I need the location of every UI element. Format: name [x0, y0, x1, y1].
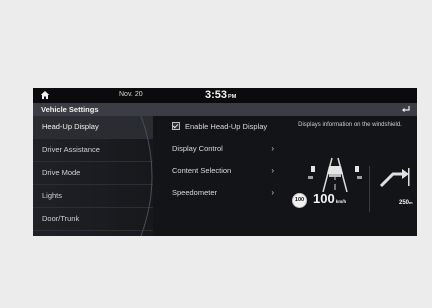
info-description: Displays information on the windshield. — [298, 122, 402, 128]
chevron-right-icon: › — [271, 188, 274, 197]
menu-item-label: Drive Mode — [42, 168, 81, 177]
page-header: Vehicle Settings — [33, 103, 417, 116]
enable-hud-checkbox[interactable] — [172, 122, 180, 131]
option-label: Display Control — [172, 144, 223, 153]
current-speed: 100km/h — [313, 191, 346, 206]
page-title: Vehicle Settings — [41, 105, 99, 114]
speed-value: 100 — [313, 191, 335, 206]
enable-hud-toggle[interactable]: Enable Head-Up Display — [168, 116, 280, 138]
turn-distance: 250m — [399, 200, 413, 206]
back-arrow-icon[interactable] — [401, 105, 411, 114]
status-time-ampm: PM — [228, 94, 237, 100]
distance-unit: m — [409, 200, 413, 205]
menu-divider-arc — [140, 116, 153, 236]
distance-value: 250 — [399, 200, 410, 206]
hud-separator — [369, 166, 370, 212]
option-speedometer[interactable]: Speedometer › — [168, 182, 280, 204]
info-panel: Displays information on the windshield. … — [285, 116, 417, 236]
status-time: 3:53PM — [205, 89, 236, 101]
option-label: Content Selection — [172, 166, 232, 175]
menu-item-label: Door/Trunk — [42, 214, 80, 223]
chevron-right-icon: › — [271, 166, 274, 175]
menu-item-label: Driver Assistance — [42, 145, 100, 154]
status-bar: Nov. 20 3:53PM — [33, 88, 417, 103]
turn-arrow-icon — [379, 168, 410, 188]
hud-options: Enable Head-Up Display Display Control ›… — [168, 116, 280, 236]
status-date: Nov. 20 — [119, 91, 143, 98]
option-label: Speedometer — [172, 188, 218, 197]
option-content-selection[interactable]: Content Selection › — [168, 160, 280, 182]
speed-unit: km/h — [335, 199, 347, 204]
home-icon[interactable] — [40, 90, 50, 100]
enable-hud-label: Enable Head-Up Display — [185, 122, 268, 131]
speed-limit-sign: 100 — [292, 193, 307, 208]
option-display-control[interactable]: Display Control › — [168, 138, 280, 160]
infotainment-screen: Nov. 20 3:53PM Vehicle Settings Head-Up … — [33, 88, 417, 236]
menu-item-label: Lights — [42, 191, 63, 200]
status-time-value: 3:53 — [205, 89, 228, 101]
lane-road-icon — [308, 157, 362, 192]
menu-item-label: Head-Up Display — [42, 122, 99, 131]
chevron-right-icon: › — [271, 144, 274, 153]
hud-preview: 100 100km/h 250m — [285, 146, 417, 226]
